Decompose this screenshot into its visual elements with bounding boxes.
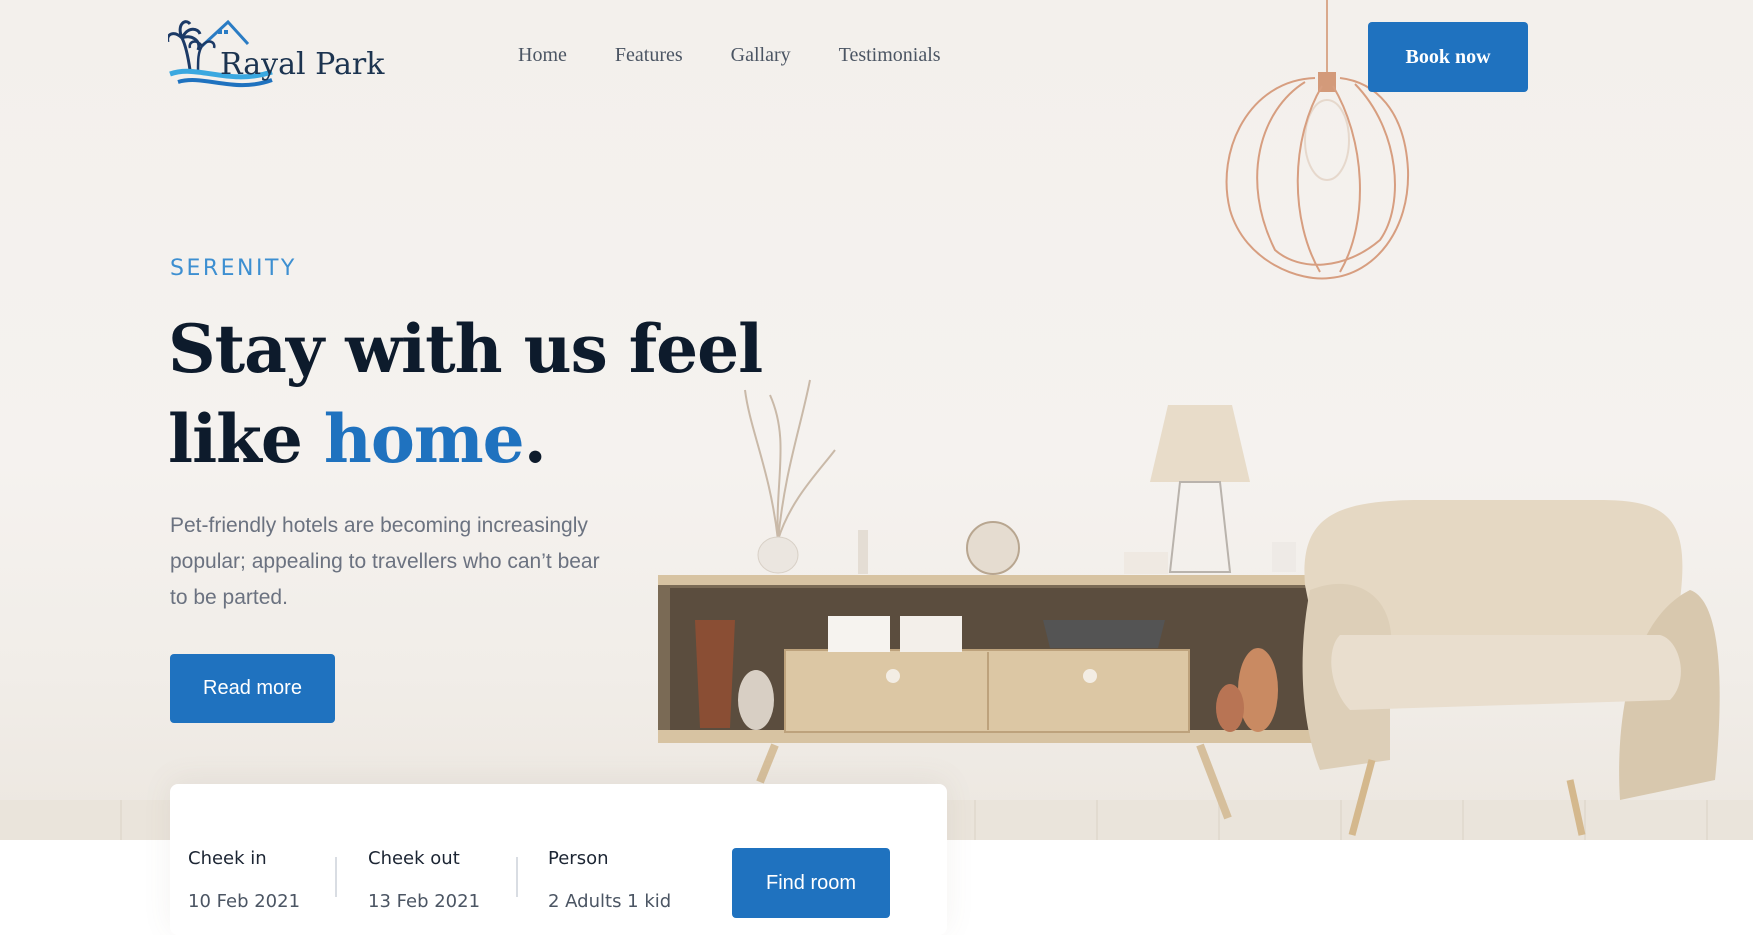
nav-item-home[interactable]: Home xyxy=(518,44,567,67)
headline-suffix: . xyxy=(523,400,547,478)
nav-item-gallery[interactable]: Gallary xyxy=(731,44,791,67)
check-in-value[interactable]: 10 Feb 2021 xyxy=(188,891,300,912)
check-out-value[interactable]: 13 Feb 2021 xyxy=(368,891,480,912)
check-out-label: Cheek out xyxy=(368,848,460,869)
candle-holder xyxy=(858,530,868,574)
find-room-button[interactable]: Find room xyxy=(732,848,890,918)
check-out-field[interactable]: Cheek out 13 Feb 2021 xyxy=(368,848,480,912)
table-lamp xyxy=(1124,405,1250,574)
person-field[interactable]: Person 2 Adults 1 kid xyxy=(548,848,671,912)
headline-line-2-prefix: like xyxy=(168,400,324,478)
person-value[interactable]: 2 Adults 1 kid xyxy=(548,891,671,912)
brand-logo[interactable]: Rayal Park xyxy=(168,16,384,92)
nav-item-testimonials[interactable]: Testimonials xyxy=(839,44,941,67)
field-divider xyxy=(516,857,518,897)
armchair xyxy=(1302,500,1720,836)
person-label: Person xyxy=(548,848,609,869)
main-nav: Home Features Gallary Testimonials xyxy=(518,44,941,67)
check-in-label: Cheek in xyxy=(188,848,267,869)
read-more-button[interactable]: Read more xyxy=(170,654,335,723)
headline-line-1: Stay with us feel xyxy=(168,310,763,388)
book-now-button[interactable]: Book now xyxy=(1368,22,1528,92)
headline-accent: home xyxy=(323,400,525,478)
check-in-field[interactable]: Cheek in 10 Feb 2021 xyxy=(188,848,300,912)
decor-sphere xyxy=(966,521,1020,575)
hero-headline: Stay with us feel like home. xyxy=(168,304,788,484)
field-divider xyxy=(335,857,337,897)
brand-name: Rayal Park xyxy=(220,47,385,82)
hero-eyebrow: SERENITY xyxy=(170,256,297,281)
hero-description: Pet-friendly hotels are becoming increas… xyxy=(170,514,600,609)
sideboard-cabinet xyxy=(658,575,1323,820)
booking-form: Cheek in 10 Feb 2021 Cheek out 13 Feb 20… xyxy=(170,784,947,935)
small-cup xyxy=(1272,542,1296,572)
nav-item-features[interactable]: Features xyxy=(615,44,683,67)
